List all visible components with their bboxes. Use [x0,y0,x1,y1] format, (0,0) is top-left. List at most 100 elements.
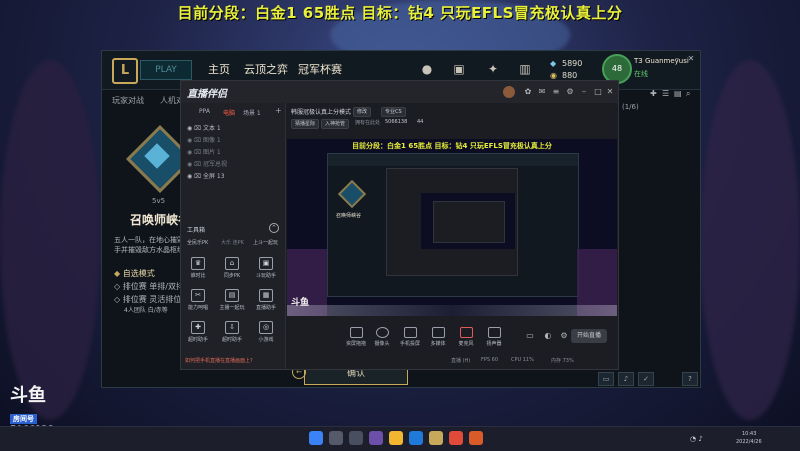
league-taskbar-icon[interactable] [429,431,443,445]
viewer-count: 44 [417,119,424,125]
maximize-icon[interactable]: □ [593,87,603,97]
network-icon[interactable]: ◔ ♪ [690,435,703,443]
folder-icon[interactable]: ▤ [674,89,683,98]
subnav-pvp[interactable]: 玩家对战 [112,95,144,106]
clock-date[interactable]: 2022/4/26 [736,439,762,445]
mode-description-1: 五人一队，在地心摧毁 [114,236,184,244]
tool-button[interactable]: ▦ 直播助手 [253,289,279,311]
mode-size: 5v5 [152,197,166,205]
tools-tab[interactable]: 全民乐PK [187,239,208,246]
tool-button[interactable]: ♛ 谁时比 [185,257,211,279]
scene-item[interactable]: ◉ ⌧ 全屏 13 [187,171,225,180]
league-logo-icon[interactable]: L [112,58,138,84]
notice-text[interactable]: 如何把手机直播在直播画面上? [185,357,253,364]
preview-canvas[interactable]: 目前分段：白金1 65胜点 目标：钻4 只玩EFLS冒充极认真上分 召唤师峡谷 [287,139,617,316]
add-friend-icon[interactable]: ✚ [650,89,659,98]
start-icon[interactable] [309,431,323,445]
profile-icon[interactable]: ● [420,62,434,76]
chat-icon[interactable]: ▭ [598,372,614,386]
blue-essence-count: 5890 [562,59,583,68]
online-status: 在线 [634,70,648,78]
mail-icon[interactable]: ✉ [537,87,547,97]
windows-taskbar: 10:43 2022/4/26 ◔ ♪ [0,426,800,451]
stream-title: 韩服冠极认真上分模式 [291,109,352,116]
user-avatar[interactable] [503,86,515,98]
gear-icon[interactable]: ⚙ [559,331,569,341]
minimize-icon[interactable]: – [672,54,682,64]
tool-button[interactable]: ⇩ 超时助手 [219,321,245,343]
tool-button[interactable]: ⌂ 同步PK [219,257,245,279]
rp-icon: ◉ [550,71,557,80]
task-view-icon[interactable] [349,431,363,445]
tag-chip[interactable]: 猜播星际 [291,119,320,129]
option-note: 4人团队 白/赤等 [124,307,168,314]
nav-tft[interactable]: 云顶之弈 [244,61,288,77]
scene-item[interactable]: ◉ ⌧ 图片 1 [187,147,221,156]
companion-taskbar-icon[interactable] [449,431,463,445]
store-icon[interactable]: ▥ [518,62,532,76]
tool-button[interactable]: ◎ 小游戏 [253,321,279,343]
clock-time[interactable]: 10:43 [742,431,756,437]
blue-essence-icon: ◆ [550,59,557,68]
option-ranked-solo[interactable]: ◇ 排位赛 单排/双排 [114,281,184,292]
camera-button[interactable]: 摄像头 [367,327,397,347]
streaming-companion-window: 直播伴侣 ✿ ✉ ≡ ⚙ – □ ✕ PPA 电脑 场景 1 + ◉ ⌧ 文本 … [180,80,619,370]
explorer-icon[interactable] [389,431,403,445]
status-fps: FPS 60 [481,357,499,363]
visibility-icon[interactable]: ◐ [543,331,553,341]
preview-client: 召唤师峡谷 [327,153,579,297]
scene-item[interactable]: ◉ ⌧ 冠军总视 [187,159,227,168]
tool-button[interactable]: ▣ 斗玩助手 [253,257,279,279]
minimize-icon[interactable]: – [579,87,589,97]
collection-icon[interactable]: ▣ [452,62,466,76]
speaker-button[interactable]: 扬声器 [479,327,509,347]
category-chip[interactable]: 专业CS [381,107,406,117]
edge-icon[interactable] [409,431,423,445]
status-live: 直播 (H) [451,358,471,364]
search-icon[interactable]: ⌕ [686,89,695,98]
status-cpu: CPU 11% [511,357,534,363]
menu-icon[interactable]: ≡ [551,87,561,97]
nav-home[interactable]: 主页 [208,61,230,77]
tab-pc[interactable]: 电脑 [223,108,235,117]
friend-list-icon[interactable]: ☰ [662,89,671,98]
tab-ppa[interactable]: PPA [199,108,210,115]
option-blind-pick[interactable]: ◆ 自选模式 [114,268,155,279]
toolbox-collapse-icon[interactable]: ^ [269,223,279,233]
settings-icon[interactable]: ⚙ [565,87,575,97]
widgets-icon[interactable] [369,431,383,445]
app-taskbar-icon[interactable] [469,431,483,445]
preview-topbar [328,154,578,166]
start-live-button[interactable]: 开始直播 [571,329,607,343]
preview-recursive [421,193,515,249]
phone-cast-button[interactable]: 手机投屏 [395,327,425,347]
record-icon[interactable]: ▭ [525,331,535,341]
preview-douyu-logo: 斗鱼 [291,298,310,308]
scene-item[interactable]: ◉ ⌧ 文本 1 [187,123,221,132]
edit-title-button[interactable]: 修改 [353,107,372,117]
scene-item[interactable]: ◉ ⌧ 图像 1 [187,135,221,144]
tag-chip[interactable]: 入神抢管 [321,119,350,129]
microphone-button[interactable]: 麦克风 [451,327,481,347]
tool-button[interactable]: ✂ 能力呵唱 [185,289,211,311]
voice-icon[interactable]: ♪ [618,372,634,386]
tab-scene[interactable]: 场景 1 [243,108,261,117]
gift-icon[interactable]: ✿ [523,87,533,97]
settings-icon[interactable]: ? [682,372,698,386]
tools-tab[interactable]: 上斗一起玩 [253,239,278,246]
mission-icon[interactable]: ✓ [638,372,654,386]
search-icon[interactable] [329,431,343,445]
tools-tab[interactable]: 大乐 连PK [221,239,244,246]
close-icon[interactable]: ✕ [605,87,615,97]
room-number: 5066138 [385,119,408,125]
play-button[interactable]: PLAY [140,60,192,80]
media-button[interactable]: 多媒体 [423,327,453,347]
add-scene-icon[interactable]: + [275,106,282,115]
close-icon[interactable]: ✕ [686,54,696,64]
option-ranked-flex[interactable]: ◇ 排位赛 灵活排位 [114,294,181,305]
tool-button[interactable]: ✚ 超时助手 [185,321,211,343]
loot-icon[interactable]: ✦ [486,62,500,76]
preview-mode-title: 召唤师峡谷 [336,213,362,219]
nav-clash[interactable]: 冠军杯赛 [298,61,342,77]
tool-button[interactable]: ▤ 主播一起玩 [219,289,245,311]
